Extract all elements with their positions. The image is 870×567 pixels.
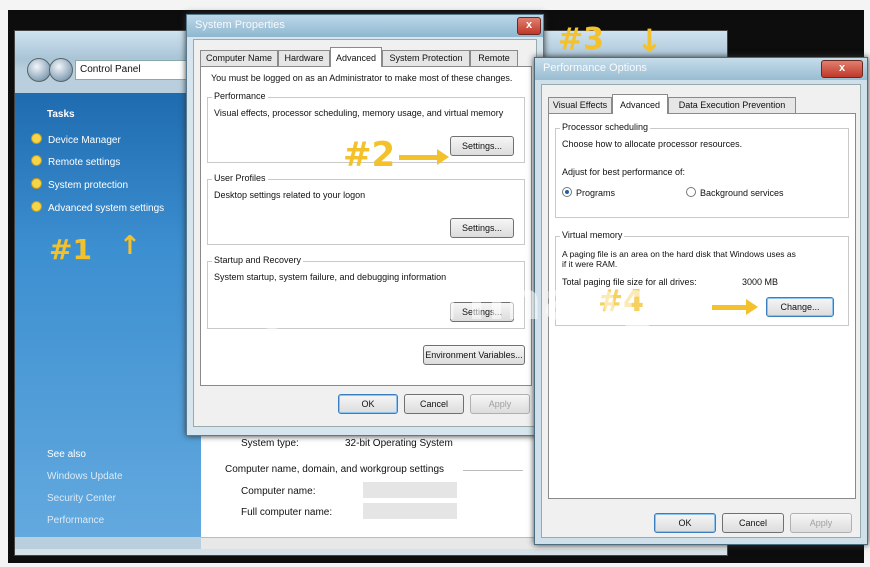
- status-bar: [15, 549, 727, 555]
- back-button[interactable]: [27, 58, 51, 82]
- address-bar: Control Panel: [27, 58, 201, 82]
- processor-scheduling-title: Processor scheduling: [560, 122, 651, 132]
- computer-name-value: [363, 482, 457, 498]
- computer-name-label: Computer name:: [241, 486, 316, 497]
- see-also-header: See also: [47, 449, 86, 460]
- user-profiles-desc: Desktop settings related to your logon: [214, 190, 366, 200]
- processor-scheduling-group: Processor scheduling Choose how to alloc…: [555, 122, 849, 218]
- shield-icon: [31, 201, 42, 212]
- annotation-step1: #1: [49, 233, 92, 266]
- tab-hardware[interactable]: Hardware: [278, 50, 330, 66]
- virtual-memory-title: Virtual memory: [560, 230, 625, 240]
- shield-icon: [31, 155, 42, 166]
- user-profiles-settings-button[interactable]: Settings...: [450, 218, 514, 238]
- performance-settings-button[interactable]: Settings...: [450, 136, 514, 156]
- system-type-label: System type:: [241, 438, 299, 449]
- watermark: uantrimang: [248, 272, 659, 332]
- radio-selected-icon: [562, 187, 572, 197]
- address-input[interactable]: Control Panel: [75, 60, 201, 80]
- full-computer-name-label: Full computer name:: [241, 507, 333, 518]
- full-computer-name-value: [363, 503, 457, 519]
- advanced-tab-panel: You must be logged on as an Administrato…: [200, 66, 532, 386]
- task-advanced-system-settings[interactable]: Advanced system settings: [31, 201, 164, 214]
- tab-data-execution-prevention[interactable]: Data Execution Prevention: [668, 97, 796, 113]
- performance-group-title: Performance: [212, 91, 268, 101]
- admin-note: You must be logged on as an Administrato…: [211, 73, 513, 83]
- adjust-label: Adjust for best performance of:: [562, 167, 686, 177]
- processor-scheduling-desc: Choose how to allocate processor resourc…: [562, 139, 743, 149]
- ok-button[interactable]: OK: [654, 513, 716, 533]
- tab-remote[interactable]: Remote: [470, 50, 518, 66]
- change-virtual-memory-button[interactable]: Change...: [766, 297, 834, 317]
- tab-visual-effects[interactable]: Visual Effects: [548, 97, 612, 113]
- performance-desc: Visual effects, processor scheduling, me…: [214, 108, 504, 118]
- virtual-memory-desc: A paging file is an area on the hard dis…: [562, 249, 796, 259]
- arrow-right-icon: [399, 149, 449, 165]
- apply-button[interactable]: Apply: [470, 394, 530, 414]
- dialog-client: Computer Name Hardware Advanced System P…: [193, 39, 537, 427]
- computer-settings-group-title: Computer name, domain, and workgroup set…: [225, 464, 445, 475]
- system-properties-dialog: System Properties x Computer Name Hardwa…: [186, 14, 544, 436]
- radio-icon: [686, 187, 696, 197]
- virtual-memory-desc-2: if it were RAM.: [562, 259, 618, 269]
- programs-radio[interactable]: Programs: [562, 187, 615, 198]
- apply-button[interactable]: Apply: [790, 513, 852, 533]
- arrow-down-icon: ↓: [636, 22, 663, 60]
- tab-strip: Computer Name Hardware Advanced System P…: [200, 47, 530, 67]
- close-icon[interactable]: x: [517, 17, 541, 35]
- task-remote-settings[interactable]: Remote settings: [31, 155, 120, 168]
- environment-variables-button[interactable]: Environment Variables...: [423, 345, 525, 365]
- cancel-button[interactable]: Cancel: [404, 394, 464, 414]
- close-icon[interactable]: x: [821, 60, 863, 78]
- system-type-value: 32-bit Operating System: [345, 438, 453, 449]
- shield-icon: [31, 178, 42, 189]
- tab-advanced[interactable]: Advanced: [330, 47, 382, 67]
- task-system-protection[interactable]: System protection: [31, 178, 128, 191]
- link-windows-update[interactable]: Windows Update: [47, 471, 123, 482]
- annotation-step3: #3: [558, 22, 605, 57]
- tab-advanced[interactable]: Advanced: [612, 94, 668, 114]
- user-profiles-group: User Profiles Desktop settings related t…: [207, 173, 525, 245]
- tab-computer-name[interactable]: Computer Name: [200, 50, 278, 66]
- tab-strip: Visual Effects Advanced Data Execution P…: [548, 94, 854, 114]
- forward-button[interactable]: [49, 58, 73, 82]
- group-divider: [463, 470, 523, 471]
- tab-system-protection[interactable]: System Protection: [382, 50, 470, 66]
- arrow-up-icon: ↑: [119, 231, 141, 261]
- shield-icon: [31, 133, 42, 144]
- tasks-header: Tasks: [47, 109, 75, 120]
- dialog-title: Performance Options: [543, 62, 647, 74]
- watermark-logo-icon: [248, 281, 296, 329]
- ok-button[interactable]: OK: [338, 394, 398, 414]
- breadcrumb: Control Panel: [80, 64, 141, 75]
- startup-recovery-group-title: Startup and Recovery: [212, 255, 304, 265]
- tasks-sidebar: Tasks Device Manager Remote settings Sys…: [15, 93, 201, 537]
- cancel-button[interactable]: Cancel: [722, 513, 784, 533]
- background-services-radio[interactable]: Background services: [686, 187, 784, 198]
- paging-total-value: 3000 MB: [742, 277, 779, 287]
- link-security-center[interactable]: Security Center: [47, 493, 116, 504]
- task-device-manager[interactable]: Device Manager: [31, 133, 121, 146]
- dialog-title: System Properties: [195, 19, 285, 31]
- arrow-right-icon: [712, 299, 758, 315]
- user-profiles-group-title: User Profiles: [212, 173, 268, 183]
- annotation-step2: #2: [343, 135, 396, 175]
- link-performance[interactable]: Performance: [47, 515, 104, 526]
